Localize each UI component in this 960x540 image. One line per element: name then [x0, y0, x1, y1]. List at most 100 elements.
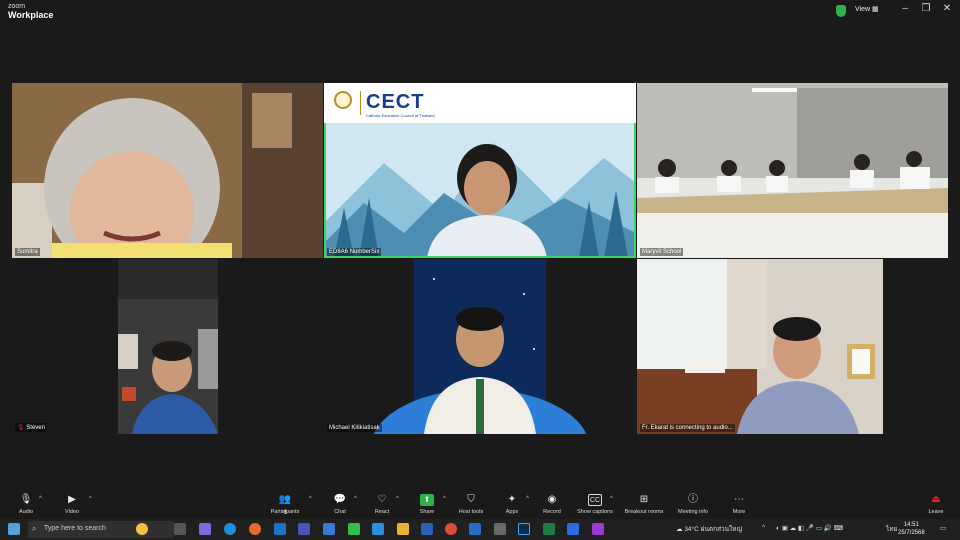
participant-name: Maryvit School — [640, 248, 684, 256]
chrome-icon[interactable] — [445, 523, 457, 535]
word-icon[interactable] — [421, 523, 433, 535]
breakout-grid-icon: ⊞ — [639, 494, 649, 505]
app-icon[interactable] — [494, 523, 506, 535]
edge-browser-icon[interactable] — [224, 523, 236, 535]
encryption-shield-icon[interactable] — [836, 5, 846, 17]
teams-icon[interactable] — [298, 523, 310, 535]
app-icon[interactable] — [592, 523, 604, 535]
view-button[interactable]: View ▦ — [855, 5, 879, 13]
copilot-app-icon[interactable] — [199, 523, 211, 535]
system-tray-icons[interactable]: ◐ ▣ ☁ ◧ 🎤 ▭ 🔊 ⌨ — [776, 524, 843, 532]
participants-chevron-icon[interactable]: ^ — [309, 496, 312, 502]
video-tile-ed8a6-numbersix[interactable]: CECT Catholic Education Council of Thail… — [324, 83, 636, 258]
participant-name: Michael Kitikiatisak — [327, 424, 382, 432]
banner-divider — [360, 91, 361, 115]
close-icon[interactable]: ✕ — [940, 3, 954, 14]
info-icon: ⓘ — [688, 494, 698, 505]
video-tile-fr-ekarat[interactable]: Fr. Ekarat is connecting to audio... — [637, 259, 948, 434]
restore-icon[interactable]: ❐ — [919, 3, 933, 14]
store-icon[interactable] — [372, 523, 384, 535]
task-view-icon[interactable] — [174, 523, 186, 535]
copilot-sparkle-icon[interactable] — [136, 523, 148, 535]
outlook-icon[interactable] — [274, 523, 286, 535]
windows-start-icon[interactable] — [8, 523, 20, 535]
more-label: More — [732, 509, 746, 515]
meeting-toolbar: 🎙 Audio ^ ▶ Video ^ 👥6 Participants ^ 💬 … — [0, 492, 960, 519]
video-tile-steven[interactable]: 🎙 Steven — [12, 259, 323, 434]
weather-temp: 34°C — [684, 526, 699, 533]
clock-date: 25/7/2568 — [898, 530, 925, 536]
line-chat-icon[interactable] — [348, 523, 360, 535]
apps-icon: ✦ — [507, 494, 517, 505]
cect-title: CECT — [366, 91, 425, 113]
video-tile-michael-kitikiatisak[interactable]: Michael Kitikiatisak — [324, 259, 636, 434]
taskbar-clock[interactable]: 14:51 25/7/2568 — [898, 521, 925, 537]
firefox-icon[interactable] — [249, 523, 261, 535]
record-icon: ◉ — [547, 494, 557, 505]
more-button[interactable]: ⋯ More — [715, 494, 763, 515]
view-label: View — [855, 6, 871, 13]
search-icon: ⌕ — [32, 524, 37, 533]
weather-text: ฝนตกส่วนใหญ่ — [700, 526, 743, 533]
video-feed — [637, 83, 948, 258]
weather-widget[interactable]: ☁ 34°C ฝนตกส่วนใหญ่ — [676, 524, 742, 534]
video-tile-sumitra[interactable]: Sumitra — [12, 83, 323, 258]
minimize-icon[interactable]: – — [898, 3, 912, 14]
chat-label: Chat — [334, 509, 346, 515]
participant-name: ED8A6 NumberSix — [327, 248, 382, 256]
app-brand: zoom Workplace — [8, 2, 53, 20]
record-button[interactable]: ◉ Record — [528, 494, 576, 515]
video-options-chevron-icon[interactable]: ^ — [89, 496, 92, 502]
title-bar: zoom Workplace View ▦ – ❐ ✕ — [0, 0, 960, 22]
participants-icon: 👥6 — [278, 494, 292, 516]
shield-icon: ⛉ — [467, 494, 475, 505]
share-arrow-icon: ⬆ — [420, 494, 434, 506]
muted-mic-icon: 🎙 — [17, 425, 25, 431]
video-feed — [373, 259, 587, 434]
record-label: Record — [543, 509, 561, 515]
zoom-app-icon[interactable] — [567, 523, 579, 535]
leave-person-icon: ⏏ — [931, 494, 941, 505]
video-feed — [12, 83, 323, 258]
meeting-info-button[interactable]: ⓘ Meeting info — [669, 494, 717, 515]
video-gallery: Sumitra CECT Catholic Education Council … — [0, 22, 960, 492]
heart-icon: ♡ — [377, 494, 387, 505]
excel-icon[interactable] — [543, 523, 555, 535]
participant-name: Steven — [26, 425, 45, 431]
photoshop-icon[interactable] — [518, 523, 530, 535]
audio-options-chevron-icon[interactable]: ^ — [39, 496, 42, 502]
windows-taskbar: ⌕ Type here to search ☁ 34°C ฝนตกส่วนใหญ… — [0, 519, 960, 540]
captions-icon: CC — [588, 494, 602, 506]
chat-chevron-icon[interactable]: ^ — [354, 496, 357, 502]
share-chevron-icon[interactable]: ^ — [443, 496, 446, 502]
audio-button[interactable]: 🎙 Audio — [2, 494, 50, 515]
cect-subtitle: Catholic Education Council of Thailand — [366, 113, 435, 118]
tray-chevron-icon[interactable]: ^ — [762, 524, 765, 531]
breakout-rooms-label: Breakout rooms — [624, 509, 664, 515]
input-language[interactable]: ไทย — [886, 524, 897, 534]
video-label: Video — [65, 509, 79, 515]
clock-time: 14:51 — [903, 522, 919, 528]
search-placeholder: Type here to search — [44, 525, 106, 532]
app-icon[interactable] — [323, 523, 335, 535]
leave-button[interactable]: ⏏ Leave — [912, 494, 960, 515]
show-captions-label: Show captions — [577, 509, 613, 515]
cect-banner: CECT Catholic Education Council of Thail… — [324, 83, 636, 123]
share-label: Share — [419, 509, 435, 515]
video-tile-maryvit-school[interactable]: Maryvit School — [637, 83, 948, 258]
photos-icon[interactable] — [469, 523, 481, 535]
react-label: React — [374, 509, 390, 515]
breakout-rooms-button[interactable]: ⊞ Breakout rooms — [620, 494, 668, 515]
file-explorer-icon[interactable] — [397, 523, 409, 535]
participants-button[interactable]: 👥6 Participants — [261, 494, 309, 516]
captions-chevron-icon[interactable]: ^ — [610, 496, 613, 502]
participants-label: Participants — [270, 509, 300, 515]
participant-name: Fr. Ekarat is connecting to audio... — [640, 424, 735, 432]
react-chevron-icon[interactable]: ^ — [396, 496, 399, 502]
taskbar-search-box[interactable]: ⌕ Type here to search — [28, 521, 174, 538]
microphone-icon: 🎙 — [19, 494, 33, 505]
video-feed — [118, 259, 218, 434]
audio-label: Audio — [18, 509, 34, 515]
meeting-info-label: Meeting info — [678, 509, 708, 515]
notification-icon[interactable]: ▭ — [940, 524, 946, 532]
